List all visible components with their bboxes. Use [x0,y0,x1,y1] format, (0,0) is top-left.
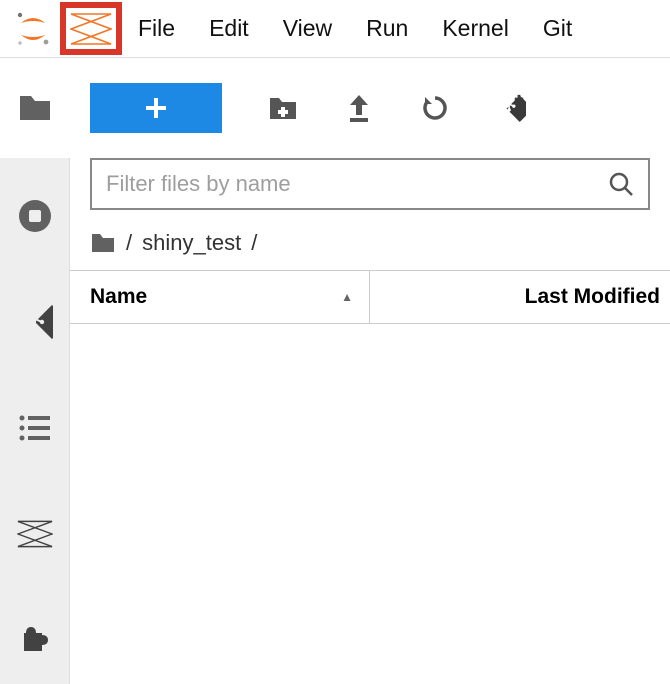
upload-button[interactable] [344,93,374,123]
refresh-button[interactable] [420,93,450,123]
sort-asc-icon: ▲ [341,290,353,304]
folder-icon[interactable] [90,232,116,254]
file-list-header: Name ▲ Last Modified [70,270,670,324]
git-clone-button[interactable] [496,93,526,123]
breadcrumb[interactable]: / shiny_test / [70,222,670,270]
search-icon [608,171,634,197]
toc-tab[interactable] [17,410,53,446]
running-terminals-tab[interactable] [17,198,53,234]
left-sidebar [0,58,70,684]
new-folder-button[interactable] [268,93,298,123]
breadcrumb-dir[interactable]: shiny_test [142,230,241,256]
menu-items: File Edit View Run Kernel Git [128,15,572,42]
column-name[interactable]: Name ▲ [70,271,370,323]
new-launcher-button[interactable] [90,83,222,133]
menu-view[interactable]: View [283,15,332,42]
file-browser-toolbar [70,58,670,158]
posit-tab[interactable] [17,516,53,552]
file-list [70,324,670,684]
column-name-label: Name [90,285,147,309]
breadcrumb-sep: / [251,230,257,256]
top-menu-bar: File Edit View Run Kernel Git [0,0,670,58]
menu-run[interactable]: Run [366,15,408,42]
column-last-modified[interactable]: Last Modified [370,285,670,309]
file-browser-panel: / shiny_test / Name ▲ Last Modified [70,58,670,684]
posit-icon-highlighted[interactable] [60,2,122,55]
filter-box[interactable] [90,158,650,210]
git-tab[interactable] [17,304,53,340]
breadcrumb-sep: / [126,230,132,256]
column-modified-label: Last Modified [525,285,660,308]
menu-edit[interactable]: Edit [209,15,249,42]
extensions-tab[interactable] [17,622,53,658]
menu-file[interactable]: File [138,15,175,42]
filter-input[interactable] [106,171,608,197]
menu-git[interactable]: Git [543,15,572,42]
menu-kernel[interactable]: Kernel [442,15,508,42]
jupyter-logo[interactable] [4,0,62,58]
file-browser-tab[interactable] [0,58,70,158]
